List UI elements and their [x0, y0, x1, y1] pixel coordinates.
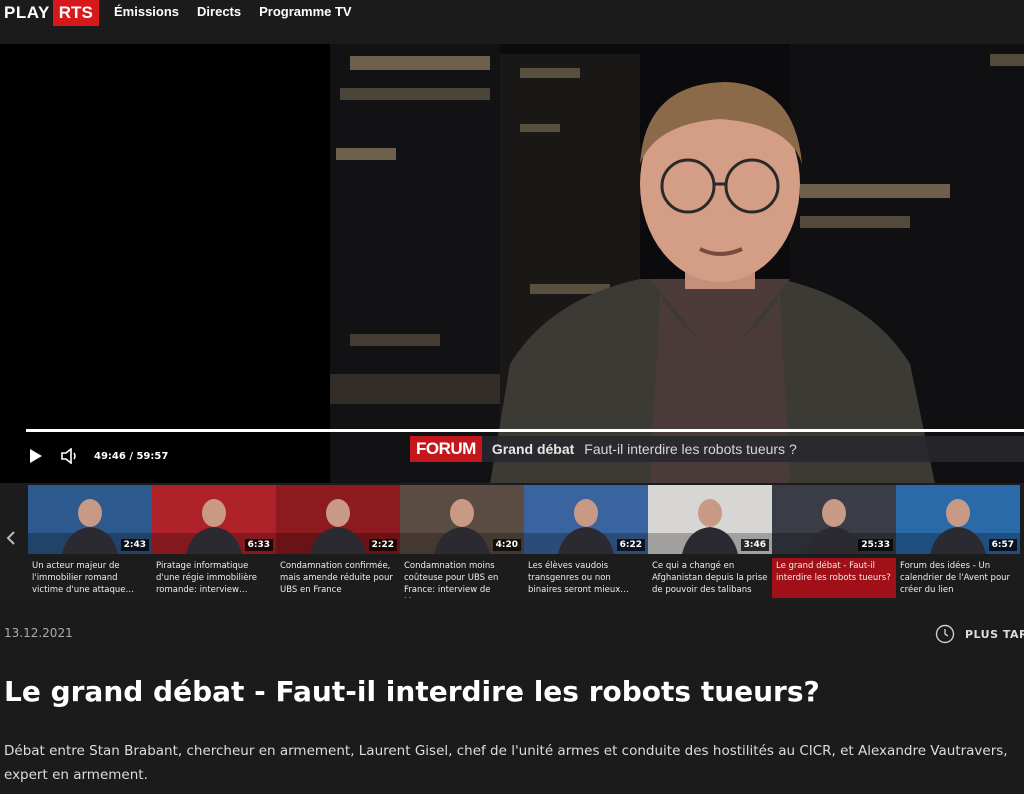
- main-nav: Émissions Directs Programme TV: [114, 4, 352, 19]
- publish-date: 13.12.2021: [4, 626, 73, 640]
- clock-icon: [935, 624, 955, 644]
- lower-third-title: Grand débat: [491, 441, 575, 457]
- video-duration: 6:33: [244, 539, 273, 551]
- play-rts-logo[interactable]: PLAY RTS: [4, 0, 99, 26]
- video-duration: 6:22: [616, 539, 645, 551]
- carousel-card[interactable]: 6:22 Les élèves vaudois transgenres ou no…: [524, 483, 648, 600]
- related-videos-carousel: 2:43 Un acteur majeur de l'immobilier rom…: [0, 483, 1024, 600]
- presenter-figure: [490, 82, 935, 484]
- video-duration: 25:33: [858, 539, 893, 551]
- logo-play-text: PLAY: [4, 3, 50, 22]
- nav-directs[interactable]: Directs: [197, 4, 241, 19]
- watch-later-label: PLUS TARD: [965, 627, 1024, 641]
- video-frame: [330, 44, 1024, 484]
- video-title: Le grand débat - Faut-il interdire les r…: [772, 558, 896, 598]
- top-navigation: PLAY RTS Émissions Directs Programme TV: [0, 0, 1024, 40]
- video-title: Ce qui a changé en Afghanistan depuis la…: [652, 561, 768, 595]
- watch-later-button[interactable]: PLUS TARD: [935, 624, 1024, 644]
- video-duration: 2:22: [368, 539, 397, 551]
- video-title: Condamnation moins coûteuse pour UBS en …: [404, 561, 499, 598]
- video-title: Les élèves vaudois transgenres ou non bi…: [528, 561, 629, 595]
- carousel-card[interactable]: 3:46 Ce qui a changé en Afghanistan depui…: [648, 483, 772, 600]
- carousel-card[interactable]: 2:22 Condamnation confirmée, mais amende …: [276, 483, 400, 600]
- play-button[interactable]: [26, 446, 46, 466]
- video-thumbnail: 6:57: [896, 485, 1020, 554]
- video-thumbnail: 6:33: [152, 485, 276, 554]
- play-icon: [30, 449, 42, 463]
- video-thumbnail: 6:22: [524, 485, 648, 554]
- video-duration: 6:57: [988, 539, 1017, 551]
- volume-button[interactable]: [60, 446, 80, 466]
- logo-rts-text: RTS: [52, 0, 99, 26]
- carousel-card[interactable]: 6:57 Forum des idées - Un calendrier de l…: [896, 483, 1020, 600]
- video-thumbnail: 3:46: [648, 485, 772, 554]
- nav-programme-tv[interactable]: Programme TV: [259, 4, 351, 19]
- forum-tag: FORUM: [410, 436, 482, 462]
- lower-third-banner: FORUM Grand débat Faut-il interdire les …: [410, 436, 1024, 462]
- carousel-card[interactable]: 25:33 Le grand débat - Faut-il interdire …: [772, 483, 896, 600]
- nav-emissions[interactable]: Émissions: [114, 4, 179, 19]
- video-thumbnail: 2:22: [276, 485, 400, 554]
- video-title: Condamnation confirmée, mais amende rédu…: [280, 561, 393, 595]
- video-thumbnail: 25:33: [772, 485, 896, 554]
- player-controls: 49:46 / 59:57: [26, 446, 168, 466]
- carousel-prev-button[interactable]: [6, 531, 22, 547]
- episode-description: Débat entre Stan Brabant, chercheur en a…: [4, 743, 1008, 783]
- lower-third-subtitle: Faut-il interdire les robots tueurs ?: [584, 441, 797, 457]
- video-duration: 3:46: [740, 539, 769, 551]
- video-title: Piratage informatique d'une régie immobi…: [156, 561, 258, 595]
- video-title: Forum des idées - Un calendrier de l'Ave…: [900, 561, 1011, 595]
- chevron-left-icon: [6, 531, 15, 545]
- video-duration: 2:43: [120, 539, 149, 551]
- episode-title: Le grand débat - Faut-il interdire les r…: [4, 675, 820, 708]
- progress-bar[interactable]: [26, 429, 1024, 432]
- video-player[interactable]: FORUM Grand débat Faut-il interdire les …: [0, 44, 1024, 600]
- video-thumbnail: 2:43: [28, 485, 152, 554]
- playback-time: 49:46 / 59:57: [94, 450, 169, 462]
- carousel-card[interactable]: 4:20 Condamnation moins coûteuse pour UBS…: [400, 483, 524, 600]
- video-thumbnail: 4:20: [400, 485, 524, 554]
- carousel-card[interactable]: 2:43 Un acteur majeur de l'immobilier rom…: [28, 483, 152, 600]
- volume-icon: [61, 448, 76, 464]
- carousel-card[interactable]: 6:33 Piratage informatique d'une régie im…: [152, 483, 276, 600]
- video-duration: 4:20: [492, 539, 521, 551]
- video-title: Un acteur majeur de l'immobilier romand …: [32, 561, 135, 595]
